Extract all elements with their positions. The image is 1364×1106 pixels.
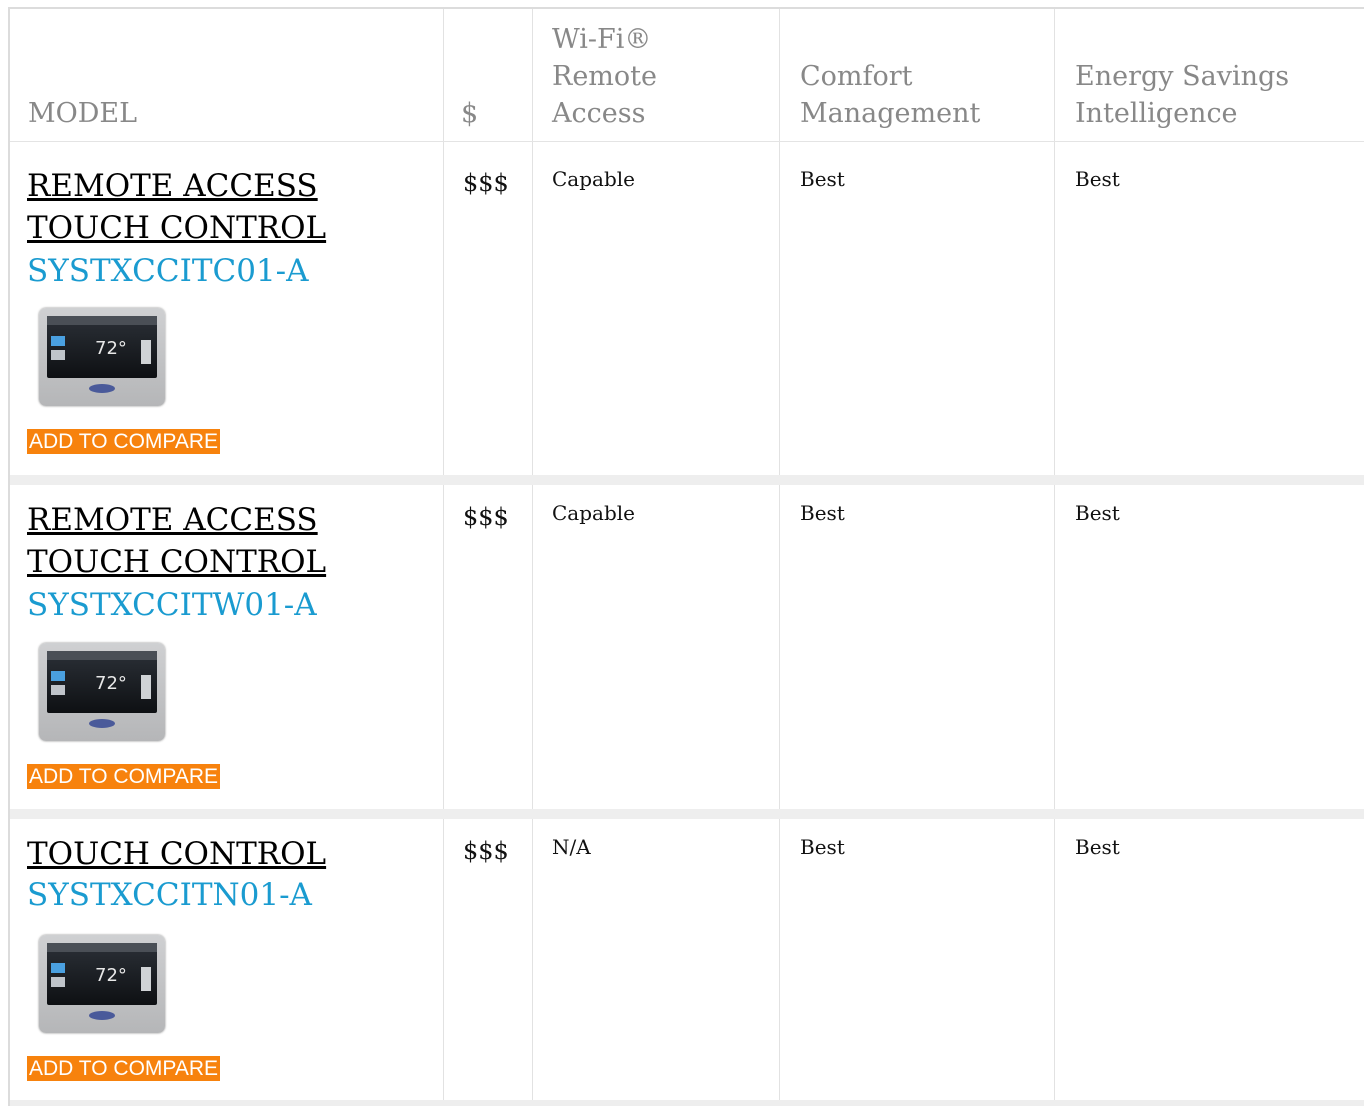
- add-to-compare-button[interactable]: ADD TO COMPARE: [27, 764, 221, 789]
- thermostat-image[interactable]: 72°: [39, 643, 165, 741]
- thumb-temp: 72°: [95, 965, 127, 986]
- row-separator: [10, 809, 1364, 819]
- wifi-value: Capable: [552, 167, 635, 191]
- price-level: $$$: [463, 837, 509, 865]
- row-separator: [10, 1100, 1364, 1106]
- comfort-value: Best: [800, 501, 845, 525]
- table-row: REMOTE ACCESS TOUCH CONTROL SYSTXCCITW01…: [10, 477, 1364, 809]
- product-sku: SYSTXCCITN01-A: [27, 877, 312, 913]
- header-model: MODEL: [28, 98, 138, 129]
- table-row: TOUCH CONTROL SYSTXCCITN01-A 72° ADD TO …: [10, 819, 1364, 1099]
- header-wifi: Wi-Fi® Remote Access: [552, 24, 657, 129]
- table-row: REMOTE ACCESS TOUCH CONTROL SYSTXCCITC01…: [10, 143, 1364, 475]
- header-price: $: [461, 98, 479, 129]
- wifi-value: Capable: [552, 501, 635, 525]
- thumb-temp: 72°: [95, 338, 127, 359]
- brand-logo: [89, 1011, 115, 1020]
- header-energy: Energy Savings Intelligence: [1075, 61, 1290, 129]
- energy-value: Best: [1075, 501, 1120, 525]
- add-to-compare-button[interactable]: ADD TO COMPARE: [27, 1056, 221, 1081]
- price-level: $$$: [463, 169, 509, 197]
- product-name-link[interactable]: REMOTE ACCESS TOUCH CONTROL: [27, 165, 427, 249]
- product-sku: SYSTXCCITW01-A: [27, 587, 317, 623]
- brand-logo: [89, 384, 115, 393]
- energy-value: Best: [1075, 835, 1120, 859]
- comfort-value: Best: [800, 835, 845, 859]
- price-level: $$$: [463, 503, 509, 531]
- thumb-temp: 72°: [95, 673, 127, 694]
- wifi-value: N/A: [552, 835, 591, 859]
- header-divider: [10, 141, 1364, 142]
- comfort-value: Best: [800, 167, 845, 191]
- product-name-link[interactable]: TOUCH CONTROL: [27, 833, 427, 875]
- thermostat-image[interactable]: 72°: [39, 935, 165, 1033]
- energy-value: Best: [1075, 167, 1120, 191]
- brand-logo: [89, 719, 115, 728]
- product-sku: SYSTXCCITC01-A: [27, 253, 309, 289]
- header-comfort: Comfort Management: [800, 61, 981, 129]
- thermostat-image[interactable]: 72°: [39, 308, 165, 406]
- product-name-link[interactable]: REMOTE ACCESS TOUCH CONTROL: [27, 499, 427, 583]
- add-to-compare-button[interactable]: ADD TO COMPARE: [27, 429, 221, 454]
